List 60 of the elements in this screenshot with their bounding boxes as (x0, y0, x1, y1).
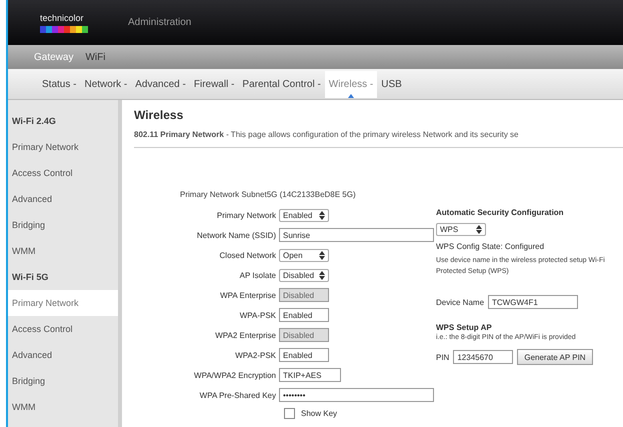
field-label: WPA Enterprise (219, 290, 277, 300)
field-label: WPA Pre-Shared Key (198, 390, 277, 400)
input-field[interactable]: •••••••• (279, 388, 434, 402)
field-label: AP Isolate (238, 270, 277, 280)
status-text: WPS Config State: Configured (436, 242, 546, 251)
checkbox[interactable] (284, 408, 295, 418)
dropdown[interactable]: Disabled (279, 268, 329, 282)
input-field[interactable]: Enabled (279, 348, 329, 362)
sidebar-item[interactable]: WMM (8, 394, 118, 420)
pointer-icon (348, 94, 354, 98)
sidebar-item[interactable]: Primary Network (8, 134, 118, 160)
dropdown[interactable]: Enabled (279, 208, 329, 222)
input-field[interactable]: TKIP+AES (279, 368, 341, 382)
sidebar-item[interactable]: Bridging (8, 212, 118, 238)
nav-tab[interactable]: Parental Control - (238, 70, 325, 98)
nav-tab[interactable]: Network - (80, 70, 132, 98)
input-field[interactable]: TCWGW4F1 (488, 295, 578, 309)
section-title: WPS Setup AP (436, 323, 493, 332)
rainbow-logo-icon (40, 26, 88, 32)
field-label: WPA/WPA2 Encryption (193, 370, 277, 380)
nav-tab[interactable]: Firewall - (190, 70, 238, 98)
nav-tab[interactable]: Status - (38, 70, 80, 98)
field-label: Closed Network (218, 250, 277, 260)
intro-text: 802.11 Primary Network - This page allows configuration of the primary wireless Network and its security se (134, 130, 520, 139)
sidebar-heading[interactable]: Wi-Fi 5G (8, 264, 118, 290)
subnet-label: Primary Network Subnet5G (14C2133BeD8E 5G) (179, 190, 357, 199)
field-label: Network Name (SSID) (196, 230, 277, 240)
field-label: PIN (436, 352, 450, 362)
field-label: Primary Network (216, 210, 277, 220)
nav-tab[interactable]: Advanced - (131, 70, 190, 98)
sidebar-item[interactable]: Primary Network (8, 290, 118, 316)
checkbox-label: Show Key (301, 408, 338, 418)
sidebar-item[interactable]: WMM (8, 238, 118, 264)
input-field[interactable]: 12345670 (453, 350, 514, 364)
header-title: Administration (128, 17, 192, 28)
field-label: WPA-PSK (238, 310, 277, 320)
page-title: Wireless (134, 108, 184, 122)
field-label: WPA2-PSK (234, 350, 277, 360)
input-field[interactable]: Sunrise (279, 228, 434, 242)
dropdown[interactable]: Open (279, 248, 329, 262)
nav-tab[interactable]: USB (377, 70, 406, 98)
sidebar-item[interactable]: Access Control (8, 316, 118, 342)
updown-icon (476, 225, 482, 234)
nav-tab[interactable]: Wireless - (324, 70, 378, 98)
sidebar-item[interactable]: Access Control (8, 160, 118, 186)
generate-button[interactable]: Generate AP PIN (517, 349, 593, 365)
updown-icon (319, 250, 325, 260)
section-title: Automatic Security Configuration (436, 208, 565, 217)
breadcrumb-item[interactable]: WiFi (85, 52, 106, 62)
sidebar-heading[interactable]: Wi-Fi 2.4G (8, 108, 118, 134)
field-label: WPA2 Enterprise (214, 330, 277, 340)
dropdown[interactable]: WPS (436, 223, 486, 236)
updown-icon (319, 270, 325, 280)
sidebar-item[interactable]: Advanced (8, 342, 118, 368)
sidebar-item[interactable]: Advanced (8, 186, 118, 212)
field-label: Device Name (436, 298, 484, 306)
input-field[interactable]: Enabled (279, 308, 329, 322)
logo-text: technicolor (40, 12, 84, 22)
sidebar-item[interactable]: Bridging (8, 368, 118, 394)
updown-icon (319, 210, 325, 220)
